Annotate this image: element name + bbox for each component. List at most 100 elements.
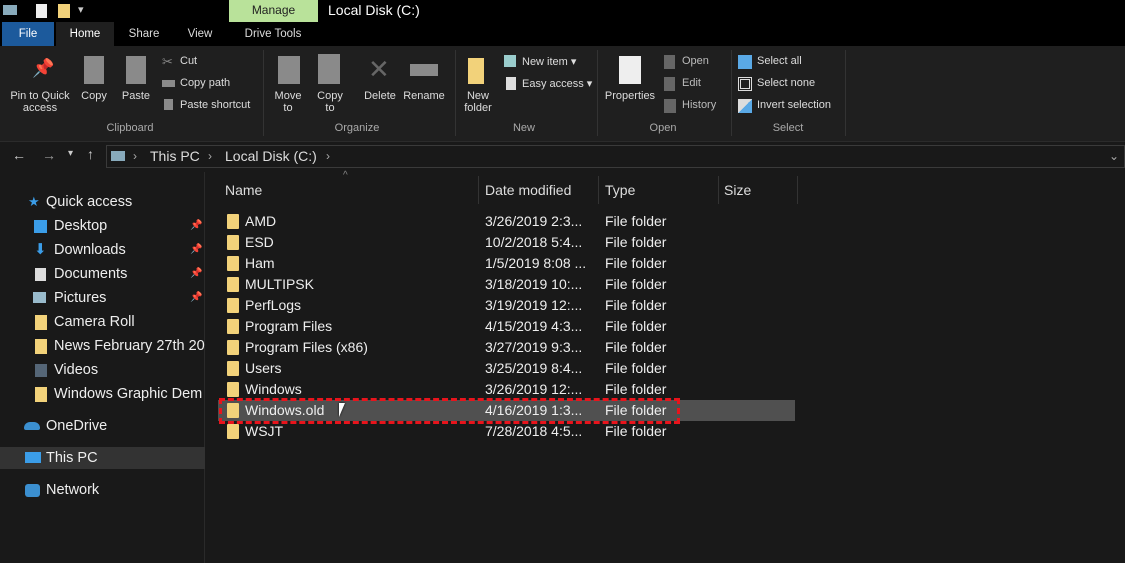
- qat-dropdown-icon[interactable]: ▾: [78, 3, 84, 16]
- column-divider[interactable]: [718, 176, 719, 204]
- properties-button[interactable]: Properties: [602, 90, 658, 102]
- divider: [845, 50, 846, 136]
- column-header-date[interactable]: Date modified: [485, 178, 571, 202]
- invert-selection-button[interactable]: Invert selection: [757, 99, 831, 111]
- copy-button[interactable]: Copy: [78, 90, 110, 102]
- open-icon: [664, 55, 675, 69]
- file-name: Windows: [245, 381, 302, 397]
- file-type: File folder: [605, 234, 667, 250]
- edit-button[interactable]: Edit: [682, 77, 701, 89]
- column-header-type[interactable]: Type: [605, 178, 635, 202]
- open-button[interactable]: Open: [682, 55, 709, 67]
- new-folder-qat-icon[interactable]: [58, 4, 70, 18]
- sidebar-item-this-pc[interactable]: This PC: [0, 447, 205, 469]
- forward-button[interactable]: →: [42, 147, 56, 163]
- file-row[interactable]: MULTIPSK 3/18/2019 10:... File folder: [218, 274, 795, 295]
- file-date: 3/27/2019 9:3...: [485, 339, 583, 355]
- chevron-right-icon: ›: [133, 149, 137, 163]
- ribbon-tabs: File Home Share View Drive Tools: [0, 22, 1125, 46]
- pin-to-quick-access-button[interactable]: Pin to Quick access: [4, 90, 76, 114]
- paste-button[interactable]: Paste: [118, 90, 154, 102]
- sidebar-item-camera-roll[interactable]: Camera Roll: [0, 311, 205, 333]
- column-header-size[interactable]: Size: [724, 178, 751, 202]
- folder-icon: [227, 277, 239, 292]
- sidebar-item-desktop[interactable]: Desktop 📌: [0, 215, 205, 237]
- divider: [731, 50, 732, 136]
- move-to-button[interactable]: Move to: [270, 90, 306, 114]
- properties-qat-icon[interactable]: [36, 4, 47, 18]
- file-type: File folder: [605, 213, 667, 229]
- recent-locations-button[interactable]: ▾: [68, 148, 73, 159]
- file-type: File folder: [605, 276, 667, 292]
- pin-icon: 📌: [190, 268, 203, 279]
- file-date: 3/18/2019 10:...: [485, 276, 583, 292]
- file-row[interactable]: WSJT 7/28/2018 4:5... File folder: [218, 421, 795, 442]
- sidebar-item-label: OneDrive: [46, 418, 108, 434]
- pictures-icon: [33, 292, 46, 303]
- file-row[interactable]: Program Files (x86) 3/27/2019 9:3... File …: [218, 337, 795, 358]
- sidebar-item-videos[interactable]: Videos: [0, 359, 205, 381]
- sidebar-item-network[interactable]: Network: [0, 479, 205, 501]
- copy-to-button[interactable]: Copy to: [312, 90, 348, 114]
- select-none-icon: [738, 77, 752, 91]
- sidebar-item-downloads[interactable]: ⬇ Downloads 📌: [0, 239, 205, 261]
- sidebar-item-pictures[interactable]: Pictures 📌: [0, 287, 205, 309]
- file-row[interactable]: Windows 3/26/2019 12:... File folder: [218, 379, 795, 400]
- file-date: 3/26/2019 2:3...: [485, 213, 583, 229]
- sidebar-item-windows-graphic[interactable]: Windows Graphic Dem: [0, 383, 205, 405]
- easy-access-button[interactable]: Easy access ▾: [522, 77, 592, 90]
- breadcrumb-local-disk[interactable]: Local Disk (C:): [225, 148, 317, 164]
- file-date: 3/26/2019 12:...: [485, 381, 583, 397]
- tab-home[interactable]: Home: [56, 22, 114, 46]
- breadcrumb-this-pc[interactable]: This PC: [150, 148, 200, 164]
- sidebar-item-label: News February 27th 20: [54, 338, 205, 354]
- file-row[interactable]: ESD 10/2/2018 5:4... File folder: [218, 232, 795, 253]
- edit-icon: [664, 77, 675, 91]
- sidebar-item-quick-access[interactable]: ★ Quick access: [0, 191, 205, 213]
- mouse-cursor: [339, 403, 345, 417]
- sidebar-item-documents[interactable]: Documents 📌: [0, 263, 205, 285]
- file-type: File folder: [605, 297, 667, 313]
- tab-view[interactable]: View: [174, 22, 226, 46]
- sidebar-item-news[interactable]: News February 27th 20: [0, 335, 205, 357]
- rename-button[interactable]: Rename: [402, 90, 446, 102]
- column-divider[interactable]: [478, 176, 479, 204]
- history-icon: [664, 99, 676, 113]
- delete-button[interactable]: Delete: [360, 90, 400, 102]
- tab-share[interactable]: Share: [118, 22, 170, 46]
- new-item-button[interactable]: New item ▾: [522, 55, 576, 68]
- file-name: ESD: [245, 234, 274, 250]
- up-button[interactable]: ↑: [87, 146, 94, 162]
- sidebar-item-onedrive[interactable]: OneDrive: [0, 415, 205, 437]
- cut-button[interactable]: Cut: [180, 55, 197, 67]
- select-none-button[interactable]: Select none: [757, 77, 815, 89]
- clipboard-group-label: Clipboard: [106, 122, 154, 134]
- file-row[interactable]: AMD 3/26/2019 2:3... File folder: [218, 211, 795, 232]
- new-folder-icon: [468, 58, 484, 84]
- cut-icon: ✂: [162, 54, 173, 69]
- paste-shortcut-button[interactable]: Paste shortcut: [180, 99, 250, 111]
- history-button[interactable]: History: [682, 99, 716, 111]
- file-row[interactable]: Program Files 4/15/2019 4:3... File folder: [218, 316, 795, 337]
- chevron-right-icon: ›: [208, 149, 212, 163]
- column-divider[interactable]: [598, 176, 599, 204]
- tab-file[interactable]: File: [2, 22, 54, 46]
- chevron-right-icon[interactable]: ›: [326, 149, 330, 163]
- tab-drive-tools[interactable]: Drive Tools: [230, 22, 316, 46]
- divider: [597, 50, 598, 136]
- column-divider[interactable]: [797, 176, 798, 204]
- file-row[interactable]: Ham 1/5/2019 8:08 ... File folder: [218, 253, 795, 274]
- back-button[interactable]: ←: [12, 147, 26, 163]
- address-dropdown-icon[interactable]: ⌄: [1109, 149, 1119, 163]
- context-tab-manage: Manage: [229, 0, 318, 22]
- invert-selection-icon: [738, 99, 752, 113]
- file-row[interactable]: Users 3/25/2019 8:4... File folder: [218, 358, 795, 379]
- address-bar[interactable]: › This PC › Local Disk (C:) › ⌄: [106, 145, 1125, 168]
- file-type: File folder: [605, 318, 667, 334]
- computer-icon: [25, 452, 41, 463]
- new-folder-button[interactable]: New folder: [460, 90, 496, 114]
- select-all-button[interactable]: Select all: [757, 55, 802, 67]
- file-row[interactable]: PerfLogs 3/19/2019 12:... File folder: [218, 295, 795, 316]
- column-header-name[interactable]: Name: [225, 178, 262, 202]
- copy-path-button[interactable]: Copy path: [180, 77, 230, 89]
